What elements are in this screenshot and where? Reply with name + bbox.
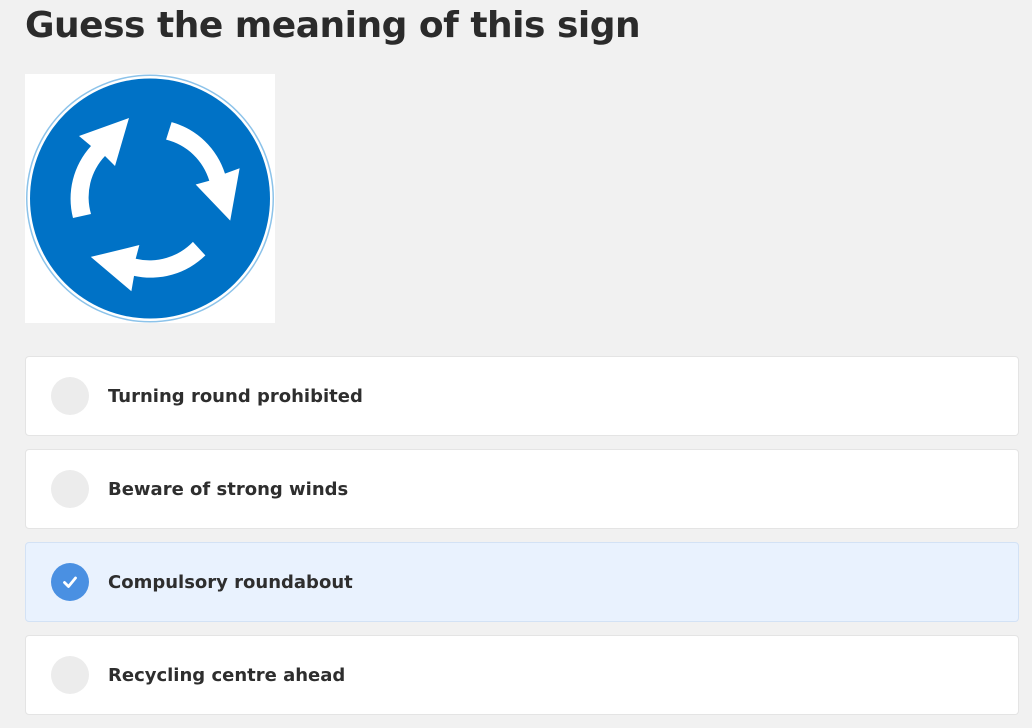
radio-unchecked-icon[interactable] xyxy=(51,656,89,694)
page-title: Guess the meaning of this sign xyxy=(25,5,641,46)
option-compulsory-roundabout[interactable]: Compulsory roundabout xyxy=(25,542,1019,622)
radio-unchecked-icon[interactable] xyxy=(51,470,89,508)
option-beware-of-strong-winds[interactable]: Beware of strong winds xyxy=(25,449,1019,529)
option-label: Beware of strong winds xyxy=(108,478,349,500)
checkmark-icon[interactable] xyxy=(51,563,89,601)
option-recycling-centre-ahead[interactable]: Recycling centre ahead xyxy=(25,635,1019,715)
option-label: Recycling centre ahead xyxy=(108,664,346,686)
radio-unchecked-icon[interactable] xyxy=(51,377,89,415)
sign-image xyxy=(25,74,275,323)
roundabout-sign-icon xyxy=(26,74,274,323)
option-turning-round-prohibited[interactable]: Turning round prohibited xyxy=(25,356,1019,436)
option-label: Compulsory roundabout xyxy=(108,571,353,593)
answer-options: Turning round prohibited Beware of stron… xyxy=(25,356,1019,728)
option-label: Turning round prohibited xyxy=(108,385,363,407)
